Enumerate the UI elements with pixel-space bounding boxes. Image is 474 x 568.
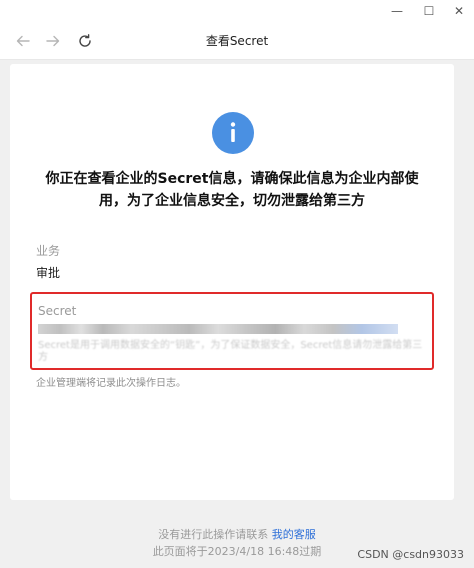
secret-dialog-card: 你正在查看企业的Secret信息，请确保此信息为企业内部使 用，为了企业信息安全… bbox=[10, 64, 454, 500]
secret-highlight-box: Secret Secret是用于调用数据安全的“钥匙”，为了保证数据安全，Sec… bbox=[30, 292, 434, 370]
customer-service-link[interactable]: 我的客服 bbox=[272, 528, 316, 541]
contact-prompt: 没有进行此操作请联系 bbox=[158, 528, 269, 541]
headline-line-1: 你正在查看企业的Secret信息，请确保此信息为企业内部使 bbox=[45, 171, 419, 187]
window-titlebar: — ☐ ✕ bbox=[0, 0, 474, 22]
secret-value-obscured bbox=[38, 324, 398, 334]
browser-navbar: 查看Secret bbox=[0, 22, 474, 60]
info-icon bbox=[212, 112, 254, 154]
maximize-icon: ☐ bbox=[423, 4, 435, 18]
business-value: 审批 bbox=[36, 266, 61, 280]
watermark: CSDN @csdn93033 bbox=[357, 548, 464, 561]
maximize-button[interactable]: ☐ bbox=[414, 0, 444, 22]
warning-headline: 你正在查看企业的Secret信息，请确保此信息为企业内部使 用，为了企业信息安全… bbox=[30, 168, 434, 212]
headline-line-2: 用，为了企业信息安全，切勿泄露给第三方 bbox=[99, 193, 365, 209]
contact-line: 没有进行此操作请联系 我的客服 bbox=[0, 526, 474, 542]
secret-label: Secret bbox=[38, 304, 77, 318]
close-icon: ✕ bbox=[453, 4, 465, 18]
close-button[interactable]: ✕ bbox=[444, 0, 474, 22]
audit-log-note: 企业管理端将记录此次操作日志。 bbox=[36, 378, 186, 389]
minimize-icon: — bbox=[391, 4, 403, 18]
minimize-button[interactable]: — bbox=[382, 0, 412, 22]
page-title: 查看Secret bbox=[205, 34, 269, 48]
secret-note-obscured: Secret是用于调用数据安全的“钥匙”，为了保证数据安全，Secret信息请勿… bbox=[38, 340, 423, 363]
business-label: 业务 bbox=[36, 244, 61, 258]
